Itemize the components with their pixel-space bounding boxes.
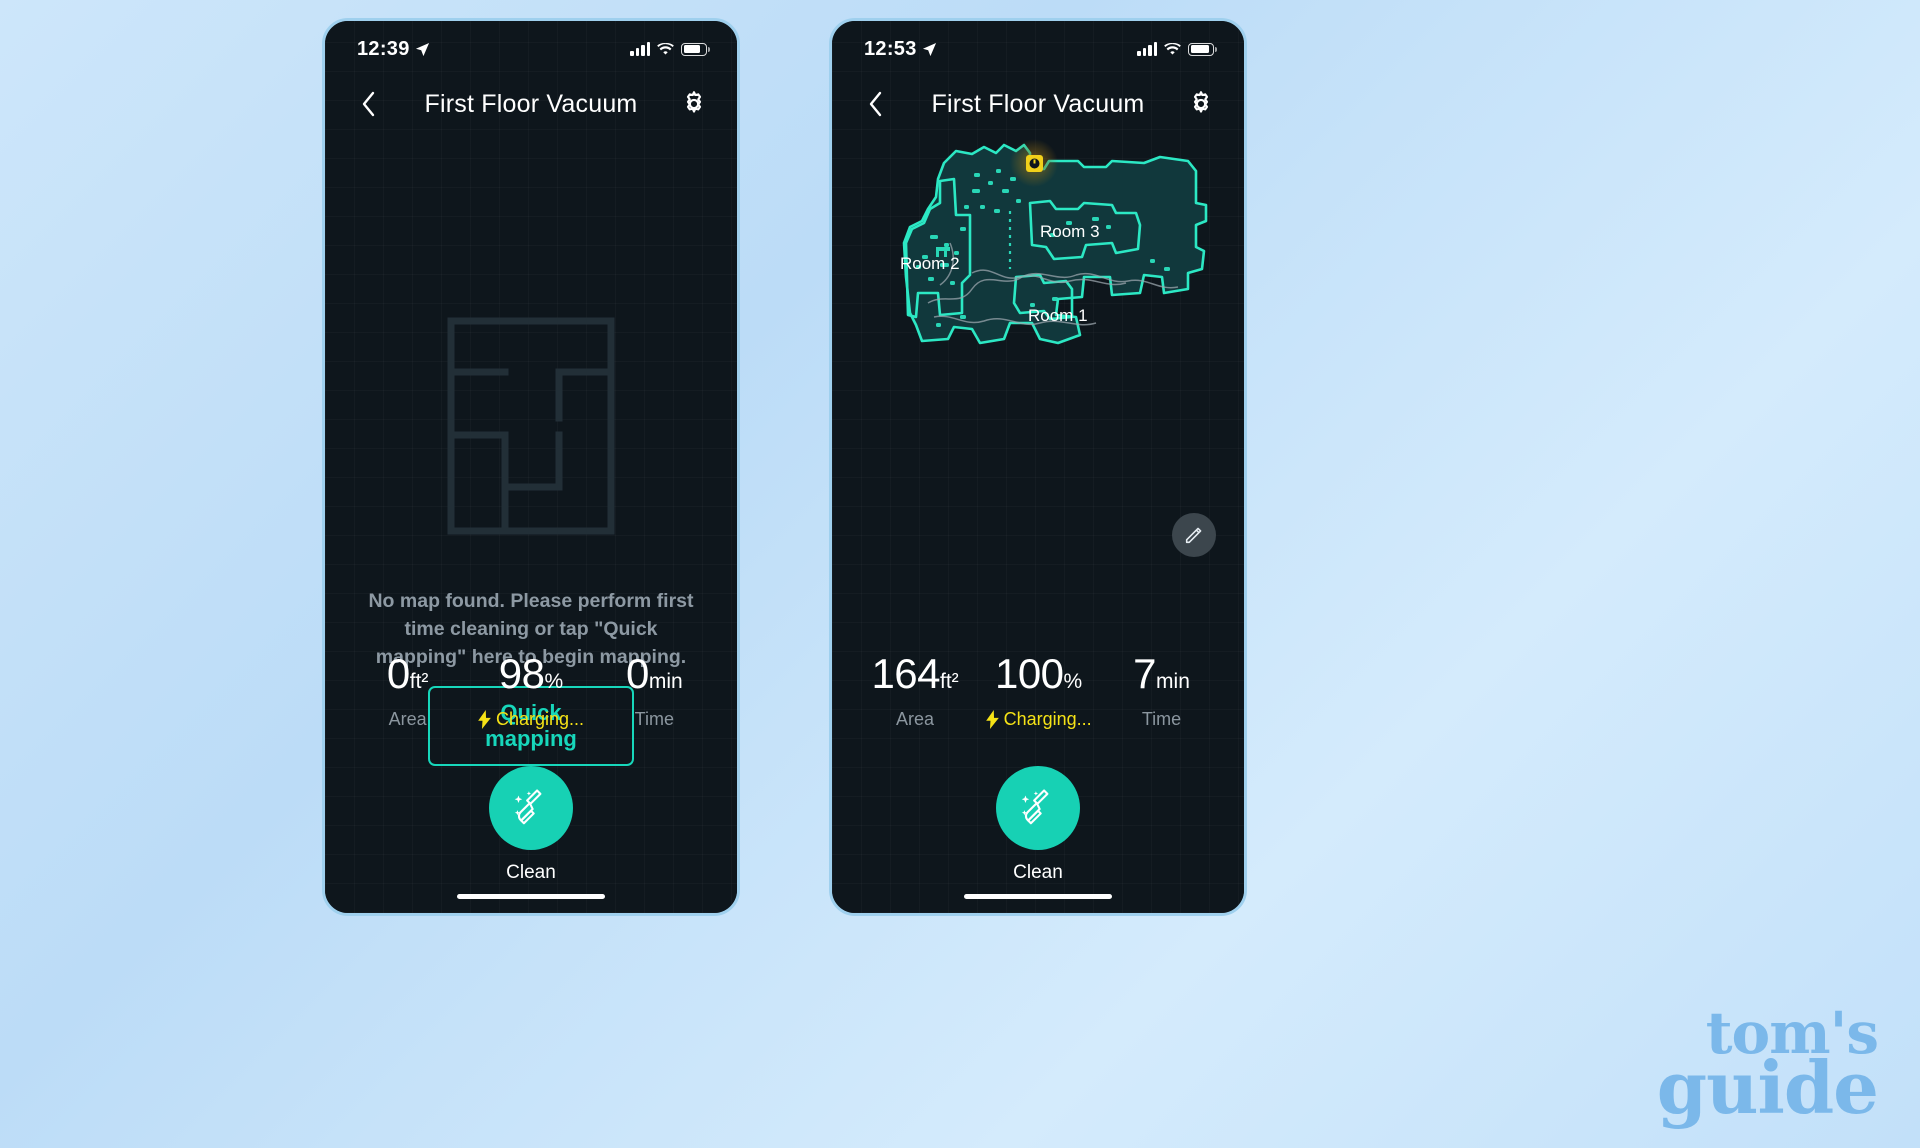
stat-time-label: Time [634, 709, 675, 729]
settings-button[interactable] [1184, 87, 1218, 121]
clean-section: Clean [832, 766, 1244, 884]
wifi-icon [1164, 42, 1181, 55]
stat-battery-label: Charging... [1003, 709, 1092, 729]
room-label-room-3[interactable]: Room 3 [1040, 222, 1100, 241]
app-header: First Floor Vacuum [325, 71, 737, 137]
clean-button[interactable] [489, 766, 573, 850]
clean-section: Clean [325, 766, 737, 884]
wifi-icon [657, 42, 674, 55]
toms-guide-watermark: tom's guide [1656, 1004, 1879, 1130]
status-time-group: 12:39 [357, 38, 430, 61]
room-label-room-2[interactable]: Room 2 [900, 254, 960, 273]
home-indicator[interactable] [964, 894, 1112, 899]
charging-dock-marker[interactable] [1010, 139, 1058, 187]
watermark-line-2: guide [1656, 1044, 1879, 1130]
stat-area: 0ft² Area [365, 651, 451, 730]
cellular-signal-icon [630, 42, 650, 56]
stat-time: 7min Time [1119, 651, 1205, 730]
gear-icon [1193, 91, 1209, 113]
stat-time-label: Time [1141, 709, 1182, 729]
screen-left: 12:39 First Floor Vacuum No map found. P… [325, 21, 737, 913]
phone-left: 12:39 First Floor Vacuum No map found. P… [322, 18, 740, 916]
screen-right: 12:53 First Floor Vacuum Room 2 Room 3 R… [832, 21, 1244, 913]
stat-area-value: 0ft² [365, 651, 451, 705]
stat-time-number: 7 [1133, 650, 1157, 697]
stat-time-number: 0 [625, 650, 649, 697]
status-icons [1137, 42, 1217, 56]
broom-sparkle-icon [1021, 789, 1049, 825]
floorplan-placeholder-icon [447, 317, 615, 535]
map-area-empty: No map found. Please perform first time … [325, 137, 737, 766]
stats-row: 0ft² Area 98% Charging... 0min Time [325, 651, 737, 730]
clean-label: Clean [506, 862, 556, 883]
stat-battery-value: 98% [478, 651, 584, 705]
stat-battery-label: Charging... [495, 709, 585, 729]
location-arrow-icon [415, 42, 429, 56]
stats-row: 164ft² Area 100% Charging... 7min Time [832, 651, 1244, 730]
stat-battery-number: 98 [498, 650, 545, 697]
stat-battery: 98% Charging... [478, 651, 584, 730]
location-arrow-icon [922, 42, 936, 56]
vacuum-map[interactable]: Room 2 Room 3 Room 1 [844, 117, 1238, 457]
clean-label: Clean [1013, 862, 1063, 883]
bolt-icon [478, 710, 491, 729]
stat-battery-label-group: Charging... [478, 709, 584, 730]
chevron-left-icon [362, 91, 374, 117]
stat-area-number: 164 [871, 650, 941, 697]
bolt-icon [985, 710, 999, 729]
back-button[interactable] [858, 87, 892, 121]
stat-battery-unit: % [544, 670, 564, 693]
stat-area-label: Area [388, 709, 427, 729]
stat-time: 0min Time [611, 651, 697, 730]
stat-battery-label-group: Charging... [985, 709, 1092, 730]
phone-right: 12:53 First Floor Vacuum Room 2 Room 3 R… [829, 18, 1247, 916]
room-label-room-1[interactable]: Room 1 [1028, 306, 1088, 325]
page-title: First Floor Vacuum [424, 89, 638, 118]
stat-area-unit: ft² [409, 670, 429, 693]
clean-button[interactable] [996, 766, 1080, 850]
stat-battery: 100% Charging... [985, 651, 1092, 730]
back-button[interactable] [351, 87, 385, 121]
battery-icon [681, 42, 710, 56]
edit-map-button[interactable] [1172, 513, 1216, 557]
status-icons [630, 42, 710, 56]
battery-icon [1188, 42, 1217, 56]
home-indicator[interactable] [457, 894, 605, 899]
cellular-signal-icon [1137, 42, 1157, 56]
stat-battery-value: 100% [986, 651, 1092, 705]
stat-area-value: 164ft² [871, 651, 958, 705]
status-bar: 12:39 [325, 21, 737, 71]
pencil-icon [1185, 527, 1202, 544]
gear-icon [686, 91, 702, 113]
stat-area-number: 0 [386, 650, 410, 697]
stat-battery-number: 100 [994, 650, 1064, 697]
stat-time-unit: min [1156, 670, 1190, 693]
status-time-group: 12:53 [864, 38, 937, 61]
stat-time-unit: min [648, 670, 683, 693]
status-time: 12:39 [357, 37, 410, 60]
stat-area-label: Area [896, 709, 935, 729]
chevron-left-icon [869, 91, 881, 117]
stat-time-value: 0min [611, 651, 697, 705]
page-title: First Floor Vacuum [931, 89, 1145, 118]
status-time: 12:53 [864, 37, 917, 60]
stat-area: 164ft² Area [871, 651, 958, 730]
stat-time-value: 7min [1119, 651, 1205, 705]
status-bar: 12:53 [832, 21, 1244, 71]
broom-sparkle-icon [514, 789, 542, 825]
stat-area-unit: ft² [940, 670, 959, 693]
stat-battery-unit: % [1063, 670, 1083, 693]
settings-button[interactable] [677, 87, 711, 121]
